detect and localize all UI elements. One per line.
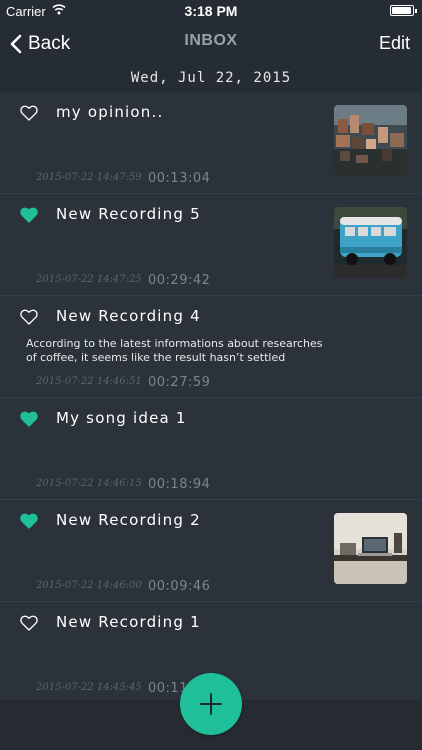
status-bar: Carrier 3:18 PM	[0, 0, 422, 22]
list-item[interactable]: My song idea 1 2015-07-22 14:46:15 00:18…	[0, 398, 422, 500]
recording-duration: 00:09:46	[148, 579, 211, 594]
list-item[interactable]: New Recording 2 2015-07-22 14:46:00 00:0…	[0, 500, 422, 602]
recording-title: New Recording 1	[56, 613, 201, 631]
page-title: INBOX	[184, 32, 238, 49]
recording-timestamp: 2015-07-22 14:47:25	[36, 274, 142, 285]
recording-duration: 00:18:94	[148, 477, 211, 492]
recording-title: New Recording 4	[56, 307, 201, 325]
edit-button[interactable]: Edit	[379, 33, 410, 54]
heart-filled-icon[interactable]	[20, 206, 38, 224]
thumbnail-van-photo[interactable]	[334, 207, 407, 278]
heart-filled-icon[interactable]	[20, 512, 38, 530]
recording-duration: 00:13:04	[148, 171, 211, 186]
recording-timestamp: 2015-07-22 14:46:00	[36, 580, 142, 591]
add-recording-button[interactable]	[180, 673, 242, 735]
plus-icon	[200, 693, 222, 715]
recording-duration: 00:29:42	[148, 273, 211, 288]
recording-duration: 00:27:59	[148, 375, 211, 390]
recording-title: New Recording 5	[56, 205, 201, 223]
recording-title: New Recording 2	[56, 511, 201, 529]
navigation-bar: Back INBOX Edit	[0, 22, 422, 66]
recording-title: my opinion..	[56, 103, 164, 121]
clock: 3:18 PM	[184, 3, 238, 19]
thumbnail-city-photo[interactable]	[334, 105, 407, 176]
recording-description: According to the latest informations abo…	[26, 337, 323, 364]
list-item[interactable]: New Recording 5 2015-07-22 14:47:25 00:2…	[0, 194, 422, 296]
recording-list: my opinion.. 2015-07-22 14:47:59 00:13:0…	[0, 92, 422, 704]
list-item[interactable]: New Recording 4 According to the latest …	[0, 296, 422, 398]
battery-icon	[390, 5, 417, 16]
heart-filled-icon[interactable]	[20, 410, 38, 428]
heart-outline-icon[interactable]	[20, 614, 38, 632]
heart-outline-icon[interactable]	[20, 104, 38, 122]
list-item[interactable]: my opinion.. 2015-07-22 14:47:59 00:13:0…	[0, 92, 422, 194]
recording-timestamp: 2015-07-22 14:45:45	[36, 682, 142, 693]
recording-timestamp: 2015-07-22 14:46:51	[36, 376, 142, 387]
recording-timestamp: 2015-07-22 14:47:59	[36, 172, 142, 183]
date-section-header: Wed, Jul 22, 2015	[0, 66, 422, 92]
recording-title: My song idea 1	[56, 409, 187, 427]
thumbnail-laptop-photo[interactable]	[334, 513, 407, 584]
heart-outline-icon[interactable]	[20, 308, 38, 326]
recording-timestamp: 2015-07-22 14:46:15	[36, 478, 142, 489]
